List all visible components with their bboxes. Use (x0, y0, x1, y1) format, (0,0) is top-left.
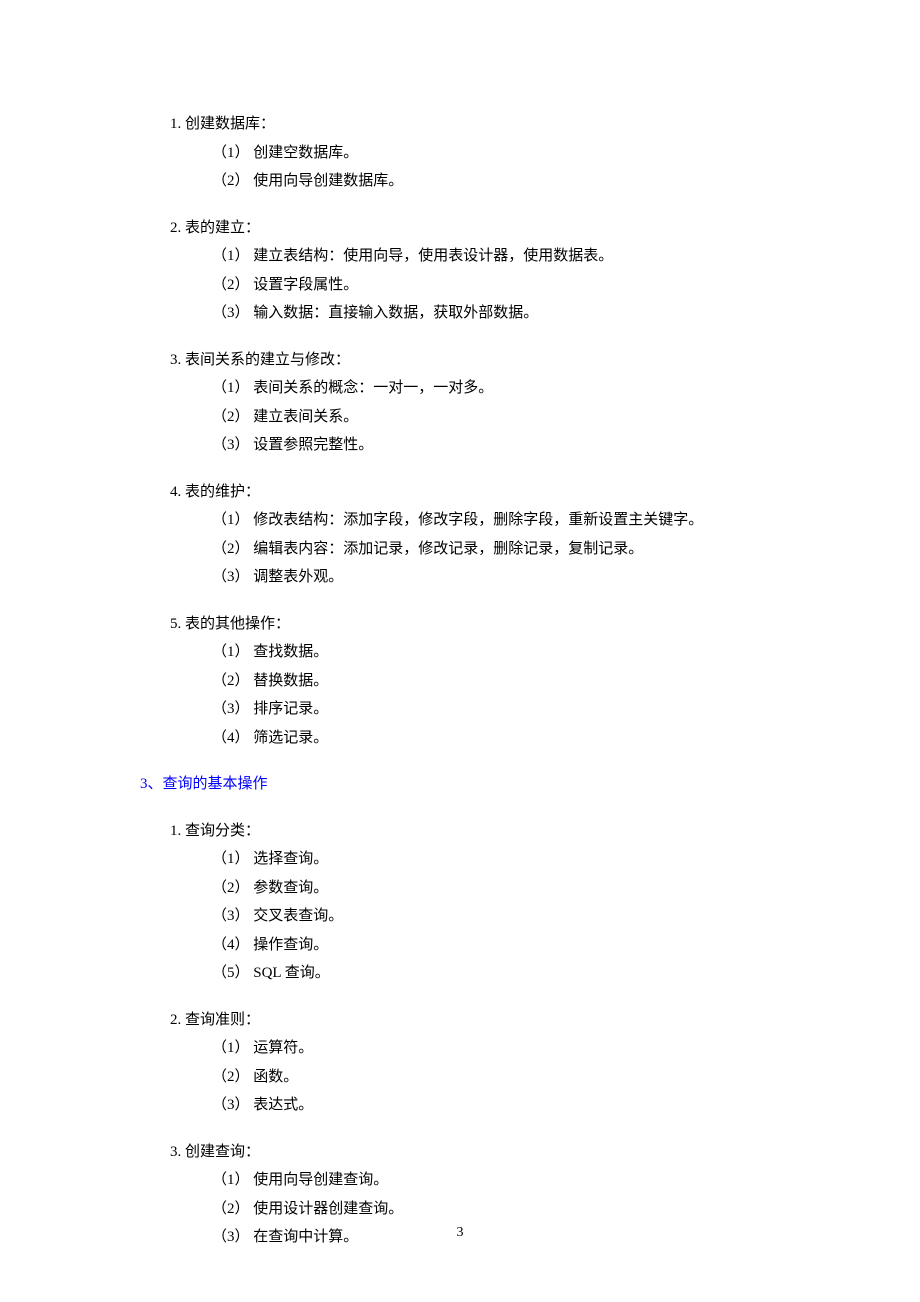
sub-item: （3） 排序记录。 (170, 695, 765, 724)
sub-item: （3） 调整表外观。 (170, 563, 765, 592)
sub-item: （5） SQL 查询。 (170, 959, 765, 988)
section-title: 1. 创建数据库： (170, 110, 765, 139)
section-title: 5. 表的其他操作： (170, 610, 765, 639)
section-title: 3. 表间关系的建立与修改： (170, 346, 765, 375)
sub-item: （1） 选择查询。 (170, 845, 765, 874)
section-title: 3. 创建查询： (170, 1138, 765, 1167)
sub-item: （2） 参数查询。 (170, 874, 765, 903)
sub-item: （4） 操作查询。 (170, 931, 765, 960)
content-area: 1. 创建数据库： （1） 创建空数据库。 （2） 使用向导创建数据库。 2. … (170, 110, 765, 1252)
sub-item: （2） 函数。 (170, 1063, 765, 1092)
section-title: 2. 表的建立： (170, 214, 765, 243)
sub-item: （3） 交叉表查询。 (170, 902, 765, 931)
sub-item: （1） 表间关系的概念：一对一，一对多。 (170, 374, 765, 403)
sub-item: （2） 设置字段属性。 (170, 271, 765, 300)
sub-item: （2） 替换数据。 (170, 667, 765, 696)
section-2: 2. 表的建立： （1） 建立表结构：使用向导，使用表设计器，使用数据表。 （2… (170, 214, 765, 328)
sub-item: （1） 运算符。 (170, 1034, 765, 1063)
section-6: 1. 查询分类： （1） 选择查询。 （2） 参数查询。 （3） 交叉表查询。 … (170, 817, 765, 988)
sub-item: （3） 设置参照完整性。 (170, 431, 765, 460)
sub-item: （3） 表达式。 (170, 1091, 765, 1120)
sub-item: （2） 建立表间关系。 (170, 403, 765, 432)
section-5: 5. 表的其他操作： （1） 查找数据。 （2） 替换数据。 （3） 排序记录。… (170, 610, 765, 753)
section-heading: 3、查询的基本操作 (140, 770, 765, 799)
section-title: 4. 表的维护： (170, 478, 765, 507)
sub-item: （1） 查找数据。 (170, 638, 765, 667)
sub-item: （2） 使用向导创建数据库。 (170, 167, 765, 196)
section-title: 2. 查询准则： (170, 1006, 765, 1035)
sub-item: （1） 修改表结构：添加字段，修改字段，删除字段，重新设置主关键字。 (170, 506, 765, 535)
section-3: 3. 表间关系的建立与修改： （1） 表间关系的概念：一对一，一对多。 （2） … (170, 346, 765, 460)
section-1: 1. 创建数据库： （1） 创建空数据库。 （2） 使用向导创建数据库。 (170, 110, 765, 196)
section-7: 2. 查询准则： （1） 运算符。 （2） 函数。 （3） 表达式。 (170, 1006, 765, 1120)
section-title: 1. 查询分类： (170, 817, 765, 846)
page-number: 3 (0, 1220, 920, 1247)
sub-item: （1） 建立表结构：使用向导，使用表设计器，使用数据表。 (170, 242, 765, 271)
sub-item: （4） 筛选记录。 (170, 724, 765, 753)
sub-item: （2） 编辑表内容：添加记录，修改记录，删除记录，复制记录。 (170, 535, 765, 564)
section-4: 4. 表的维护： （1） 修改表结构：添加字段，修改字段，删除字段，重新设置主关… (170, 478, 765, 592)
sub-item: （1） 使用向导创建查询。 (170, 1166, 765, 1195)
sub-item: （1） 创建空数据库。 (170, 139, 765, 168)
sub-item: （2） 使用设计器创建查询。 (170, 1195, 765, 1224)
sub-item: （3） 输入数据：直接输入数据，获取外部数据。 (170, 299, 765, 328)
